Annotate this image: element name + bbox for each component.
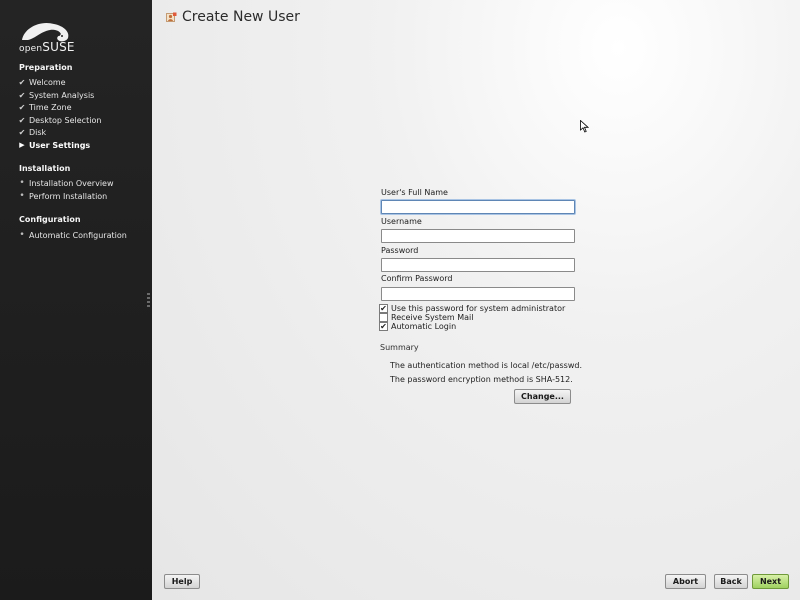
step-system-analysis: ✔ System Analysis <box>17 90 95 101</box>
sidebar: openSUSE Preparation ✔ Welcome ✔ System … <box>0 0 152 600</box>
step-desktop-selection: ✔ Desktop Selection <box>17 115 102 126</box>
automatic-login-checkbox[interactable]: ✔ <box>379 321 388 331</box>
check-icon: ✔ <box>18 128 26 137</box>
summary-encryption-method: The password encryption method is SHA-51… <box>390 375 573 384</box>
bullet-icon: • <box>19 178 25 188</box>
check-icon: ✔ <box>18 103 26 112</box>
automatic-login-checkbox-row[interactable]: ✔ Automatic Login <box>379 321 456 331</box>
main-panel: Create New User User's Full Name Usernam… <box>152 0 800 600</box>
confirm-password-label: Confirm Password <box>381 274 453 283</box>
step-automatic-configuration: • Automatic Configuration <box>17 230 127 241</box>
password-field[interactable] <box>381 258 575 272</box>
step-user-settings: ▶ User Settings <box>17 140 90 151</box>
bullet-icon: • <box>19 191 25 201</box>
step-label: Desktop Selection <box>29 116 102 125</box>
step-label: Time Zone <box>29 103 72 112</box>
check-icon: ✔ <box>18 78 26 87</box>
step-label: User Settings <box>29 141 91 150</box>
section-configuration: Configuration <box>19 215 81 224</box>
next-button[interactable]: Next <box>752 574 789 589</box>
wordmark-open: open <box>19 44 43 54</box>
username-field[interactable] <box>381 229 575 243</box>
password-label: Password <box>381 246 419 255</box>
username-label: Username <box>381 217 422 226</box>
section-installation: Installation <box>19 164 71 173</box>
summary-heading: Summary <box>380 343 419 352</box>
page-title: Create New User <box>182 9 300 25</box>
help-button[interactable]: Help <box>164 574 200 589</box>
step-label: Welcome <box>29 78 66 87</box>
back-button[interactable]: Back <box>714 574 748 589</box>
summary-auth-method: The authentication method is local /etc/… <box>390 361 583 370</box>
section-preparation: Preparation <box>19 63 73 72</box>
current-step-arrow-icon: ▶ <box>19 141 25 149</box>
full-name-label: User's Full Name <box>381 188 448 197</box>
automatic-login-label: Automatic Login <box>391 321 457 331</box>
step-label: Disk <box>29 128 47 137</box>
sidebar-resize-handle[interactable] <box>147 293 150 307</box>
step-welcome: ✔ Welcome <box>17 77 66 88</box>
step-installation-overview: • Installation Overview <box>17 178 114 189</box>
full-name-field[interactable] <box>381 200 575 214</box>
check-icon: ✔ <box>18 116 26 125</box>
bullet-icon: • <box>19 230 25 240</box>
step-label: Automatic Configuration <box>29 231 127 240</box>
user-settings-icon <box>166 12 177 22</box>
step-label: System Analysis <box>29 91 95 100</box>
step-disk: ✔ Disk <box>17 127 47 138</box>
change-button[interactable]: Change... <box>514 389 571 404</box>
abort-button[interactable]: Abort <box>665 574 706 589</box>
opensuse-wordmark: openSUSE <box>19 40 75 54</box>
step-time-zone: ✔ Time Zone <box>17 102 72 113</box>
wordmark-suse: SUSE <box>42 40 75 54</box>
step-label: Perform Installation <box>29 192 108 201</box>
step-perform-installation: • Perform Installation <box>17 191 107 202</box>
step-label: Installation Overview <box>29 179 114 188</box>
mouse-pointer-icon <box>580 120 589 133</box>
check-icon: ✔ <box>18 91 26 100</box>
confirm-password-field[interactable] <box>381 287 575 301</box>
